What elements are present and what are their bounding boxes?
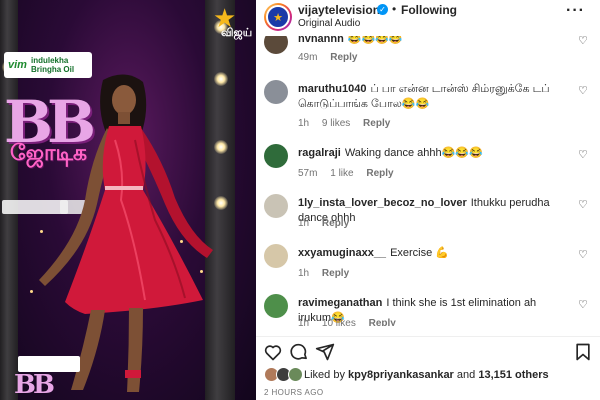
comment-likes[interactable]: 9 likes: [322, 118, 350, 129]
likes-summary: Liked by kpy8priyankasankar and 13,151 o…: [256, 366, 600, 386]
comment-body: Waking dance ahhh😂😂😂: [344, 147, 483, 159]
comment-time: 1h: [298, 118, 310, 129]
commenter-avatar[interactable]: [264, 80, 288, 104]
comment-item: nvnahhh 😂😂😂😂 49m Reply ♡: [256, 36, 600, 82]
reply-button[interactable]: Reply: [363, 118, 390, 129]
comment-text: ragalraji Waking dance ahhh😂😂😂: [298, 146, 570, 161]
comment-item: xxyamuginaxx__ Exercise 💪 1h Reply ♡: [256, 244, 600, 296]
reply-button[interactable]: Reply: [330, 52, 357, 63]
comment-like-icon[interactable]: ♡: [578, 84, 588, 97]
comment-time: 1h: [298, 218, 310, 229]
account-avatar[interactable]: ★: [264, 3, 292, 31]
comment-meta: 1h Reply: [298, 218, 359, 229]
separator-dot: •: [392, 2, 397, 16]
likes-prefix: Liked by: [304, 369, 345, 381]
comment-like-icon[interactable]: ♡: [578, 198, 588, 211]
comment-meta: 1h 9 likes Reply: [298, 118, 400, 129]
reply-button[interactable]: Reply: [366, 168, 393, 179]
commenter-username[interactable]: ragalraji: [298, 147, 341, 159]
post-timestamp: 2 HOURS AGO: [264, 388, 324, 397]
comment-meta: 1h 10 likes Reply: [298, 318, 406, 326]
post-action-bar: [256, 336, 600, 364]
account-username[interactable]: vijaytelevision: [298, 3, 380, 17]
verified-badge-icon: ✓: [377, 4, 388, 15]
comment-like-icon[interactable]: ♡: [578, 148, 588, 161]
comment-body: 😂😂😂😂: [347, 36, 403, 45]
comment-meta: 57m 1 like Reply: [298, 168, 404, 179]
comment-time: 1h: [298, 268, 310, 279]
original-audio-link[interactable]: Original Audio: [298, 18, 360, 29]
comment-item: ravimeganathan I think she is 1st elimina…: [256, 294, 600, 326]
bookmark-icon[interactable]: [572, 341, 594, 363]
following-button[interactable]: Following: [401, 3, 457, 17]
commenter-username[interactable]: ravimeganathan: [298, 297, 382, 309]
commenter-avatar[interactable]: [264, 244, 288, 268]
comments-list[interactable]: nvnahhh 😂😂😂😂 49m Reply ♡ maruthu1040 ப் பா…: [256, 36, 600, 326]
comment-icon[interactable]: [288, 341, 310, 363]
reply-button[interactable]: Reply: [322, 218, 349, 229]
liker-avatar[interactable]: [288, 367, 303, 382]
share-icon[interactable]: [314, 341, 336, 363]
comment-item: maruthu1040 ப் பா என்ன டான்ஸ் சிம்ரனுக்கே…: [256, 80, 600, 136]
comment-likes[interactable]: 10 likes: [322, 318, 356, 326]
commenter-username[interactable]: 1ly_insta_lover_becoz_no_lover: [298, 197, 467, 209]
reply-button[interactable]: Reply: [369, 318, 396, 326]
comment-like-icon[interactable]: ♡: [578, 248, 588, 261]
comment-text: xxyamuginaxx__ Exercise 💪: [298, 246, 570, 261]
comment-text: maruthu1040 ப் பா என்ன டான்ஸ் சிம்ரனுக்கே…: [298, 82, 570, 112]
post-video[interactable]: vim indulekha Bringha Oil BB ஜோடிக ★ விஜ…: [0, 0, 256, 400]
commenter-username[interactable]: nvnahhh: [298, 36, 344, 45]
comment-body: Exercise 💪: [390, 247, 449, 259]
commenter-avatar[interactable]: [264, 294, 288, 318]
reply-button[interactable]: Reply: [322, 268, 349, 279]
commenter-avatar[interactable]: [264, 194, 288, 218]
show-logo-small: BB: [14, 370, 55, 400]
comment-like-icon[interactable]: ♡: [578, 298, 588, 311]
liker-username[interactable]: kpy8priyankasankar: [348, 369, 454, 381]
comment-item: 1ly_insta_lover_becoz_no_lover Ithukku pe…: [256, 194, 600, 246]
post-header: ★ vijaytelevision ✓ • Following Original…: [256, 0, 600, 36]
commenter-avatar[interactable]: [264, 36, 288, 54]
comment-time: 57m: [298, 168, 318, 179]
comment-time: 49m: [298, 52, 318, 63]
channel-logo: ★ விஜய்: [213, 5, 253, 41]
comment-like-icon[interactable]: ♡: [578, 36, 588, 47]
commenter-username[interactable]: xxyamuginaxx__: [298, 247, 386, 259]
likes-and: and: [456, 369, 476, 381]
more-options-icon[interactable]: ···: [566, 2, 585, 20]
comment-item: ragalraji Waking dance ahhh😂😂😂 57m 1 like…: [256, 144, 600, 196]
post-details-panel: ★ vijaytelevision ✓ • Following Original…: [256, 0, 600, 400]
comment-likes[interactable]: 1 like: [330, 168, 353, 179]
star-icon: ★: [266, 5, 290, 29]
likes-others[interactable]: 13,151 others: [478, 369, 548, 381]
channel-logo-text: விஜய்: [221, 27, 253, 39]
comment-text: nvnahhh 😂😂😂😂: [298, 36, 570, 47]
commenter-avatar[interactable]: [264, 144, 288, 168]
heart-icon[interactable]: [262, 341, 284, 363]
comment-meta: 49m Reply: [298, 52, 367, 63]
comment-time: 1h: [298, 318, 310, 326]
dancer-figure: [39, 74, 213, 392]
likes-text: Liked by kpy8priyankasankar and 13,151 o…: [304, 369, 549, 381]
comment-meta: 1h Reply: [298, 268, 359, 279]
commenter-username[interactable]: maruthu1040: [298, 83, 366, 95]
